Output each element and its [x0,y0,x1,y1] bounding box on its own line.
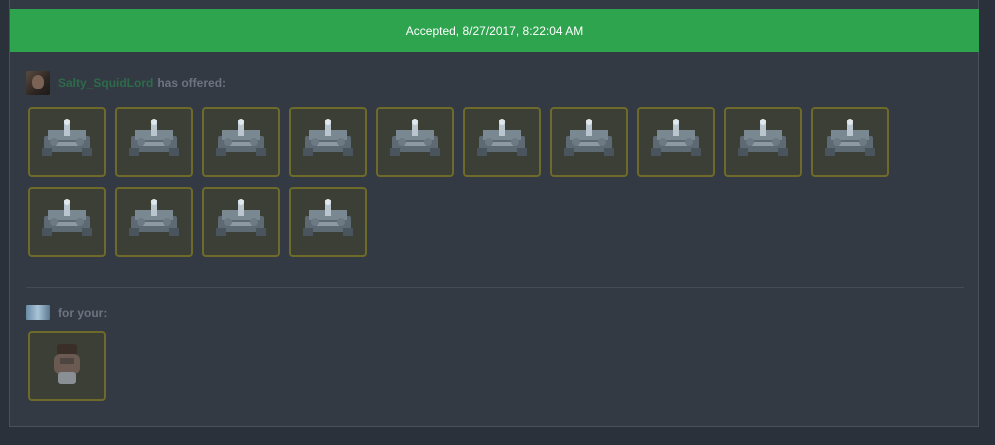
offer-label: has offered: [157,76,227,90]
offer-username[interactable]: Salty_SquidLord [58,76,153,90]
metal-machine-icon [212,198,270,247]
offered-item[interactable] [115,107,193,177]
metal-machine-icon [299,118,357,167]
metal-machine-icon [38,118,96,167]
offer-header: Salty_SquidLord has offered: [26,71,226,95]
offered-item[interactable] [115,187,193,257]
my-avatar[interactable] [26,305,50,320]
metal-machine-icon [125,198,183,247]
offered-item[interactable] [811,107,889,177]
metal-machine-icon [821,118,879,167]
metal-machine-icon [473,118,531,167]
metal-machine-icon [560,118,618,167]
metal-machine-icon [386,118,444,167]
offered-items-grid [28,107,908,267]
request-label: for your: [58,305,108,320]
offered-item[interactable] [28,187,106,257]
requested-items-grid [28,331,908,411]
offered-item[interactable] [550,107,628,177]
metal-machine-icon [212,118,270,167]
metal-machine-icon [647,118,705,167]
offered-item[interactable] [724,107,802,177]
request-header: for your: [26,305,107,320]
glove-icon [47,340,87,393]
section-divider [26,287,964,288]
metal-machine-icon [38,198,96,247]
metal-machine-icon [125,118,183,167]
offered-item[interactable] [202,107,280,177]
requested-item[interactable] [28,331,106,401]
offered-item[interactable] [463,107,541,177]
trade-status-bar: Accepted, 8/27/2017, 8:22:04 AM [10,9,979,52]
offered-item[interactable] [376,107,454,177]
offered-item[interactable] [202,187,280,257]
offered-item[interactable] [289,187,367,257]
metal-machine-icon [734,118,792,167]
offered-item[interactable] [637,107,715,177]
trade-status-text: Accepted, 8/27/2017, 8:22:04 AM [405,23,584,38]
user-avatar[interactable] [26,71,50,95]
offered-item[interactable] [28,107,106,177]
metal-machine-icon [299,198,357,247]
offered-item[interactable] [289,107,367,177]
